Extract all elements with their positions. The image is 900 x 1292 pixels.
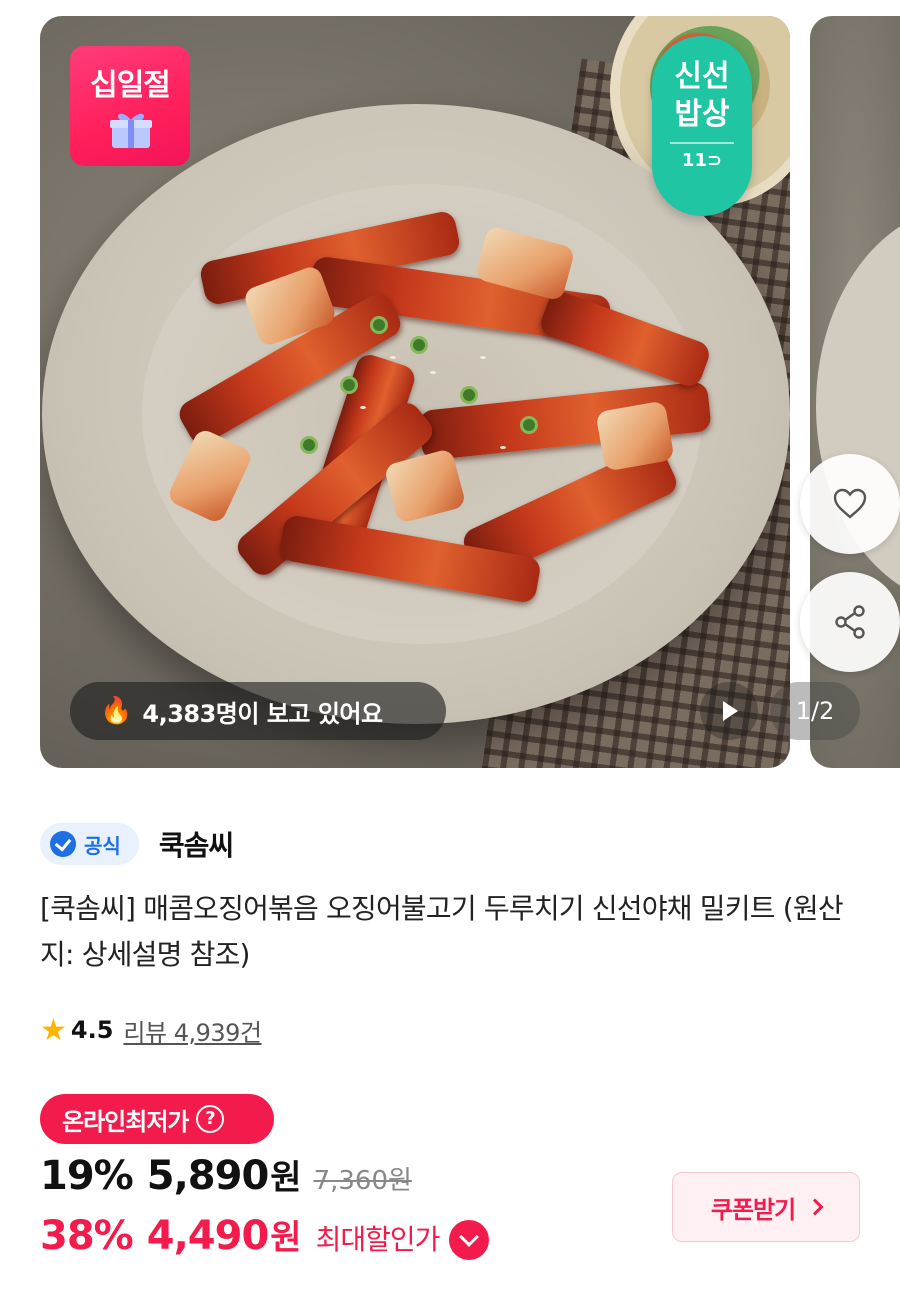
eleven-logo-icon: 11⊃ (681, 150, 723, 171)
share-button[interactable] (800, 572, 900, 672)
official-label: 공식 (84, 833, 121, 858)
coupon-label: 쿠폰받기 (710, 1195, 796, 1224)
currency-unit: 원 (270, 1158, 302, 1198)
discount-percent: 19% (40, 1153, 134, 1199)
sale-price-row: 19% 5,890 원 7,360원 (40, 1150, 412, 1206)
official-badge: 공식 (40, 823, 139, 865)
viewers-count-text: 4,383명이 보고 있어요 (142, 699, 383, 728)
sale-event-label: 십일절 (90, 68, 171, 103)
fresh-badge-line2: 밥상 (674, 97, 730, 132)
sale-price: 5,890 (146, 1153, 270, 1199)
gift-icon (110, 113, 152, 148)
lowest-price-badge[interactable]: 온라인최저가 ? (40, 1094, 274, 1144)
max-discount-price: 4,490 (146, 1213, 270, 1259)
chevron-down-icon[interactable] (449, 1220, 490, 1260)
heart-icon (833, 488, 867, 519)
max-discount-label: 최대할인가 (315, 1223, 441, 1256)
fresh-badge-line1: 신선 (674, 59, 730, 94)
chevron-right-icon (806, 1198, 824, 1216)
star-icon: ★ (40, 1012, 67, 1048)
fresh-table-badge[interactable]: 신선 밥상 11⊃ (652, 36, 752, 216)
product-title: [쿡솜씨] 매콤오징어볶음 오징어불고기 두루치기 신선야채 밀키트 (원산지:… (40, 892, 844, 971)
play-icon (723, 701, 738, 721)
image-pager: 1/2 (770, 682, 860, 740)
lowest-price-label: 온라인최저가 (62, 1107, 189, 1136)
max-discount-row[interactable]: 38% 4,490 원 최대할인가 (40, 1210, 490, 1270)
get-coupon-button[interactable]: 쿠폰받기 (672, 1172, 860, 1242)
verified-check-icon (50, 831, 76, 857)
product-image[interactable]: 십일절 신선 밥상 11⊃ 🔥 4,383명이 보고 있어요 (40, 16, 790, 768)
sale-event-badge: 십일절 (70, 46, 190, 166)
original-price: 7,360원 (313, 1166, 412, 1196)
product-image-carousel[interactable]: 십일절 신선 밥상 11⊃ 🔥 4,383명이 보고 있어요 1/2 (40, 16, 900, 768)
share-icon (835, 605, 865, 639)
max-discount-percent: 38% (40, 1213, 134, 1259)
rating-score: 4.5 (70, 1016, 114, 1044)
fire-icon: 🔥 (100, 696, 133, 726)
squid-stirfry-image (160, 206, 720, 646)
wishlist-button[interactable] (800, 454, 900, 554)
currency-unit: 원 (270, 1218, 302, 1258)
seller-name[interactable]: 쿡솜씨 (159, 824, 234, 864)
review-count-link[interactable]: 리뷰 4,939건 (123, 1013, 262, 1048)
rating-row[interactable]: ★ 4.5 리뷰 4,939건 (40, 1010, 262, 1050)
viewers-count-pill: 🔥 4,383명이 보고 있어요 (70, 682, 446, 740)
help-icon[interactable]: ? (196, 1105, 225, 1133)
play-video-button[interactable] (700, 682, 758, 740)
seller-row[interactable]: 공식 쿡솜씨 (40, 822, 234, 866)
